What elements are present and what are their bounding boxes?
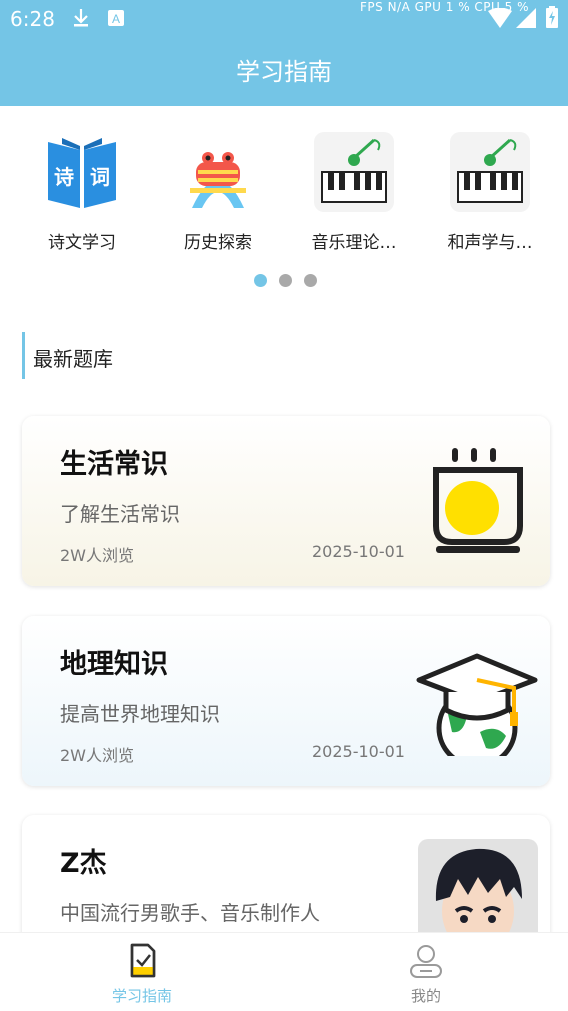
nav-label: 学习指南 [111, 987, 172, 1005]
card-title: 生活常识 [60, 449, 168, 480]
carousel-dot[interactable] [279, 274, 292, 287]
wifi-icon [488, 8, 512, 28]
category-label: 历史探索 [184, 233, 252, 253]
poetry-book-icon: 诗 词 [42, 132, 122, 212]
category-history[interactable]: 历史探索 [153, 132, 283, 253]
status-bar: 6:28 A FPS N/A GPU 1 % CPU 5 % [0, 0, 568, 38]
status-time: 6:28 [10, 7, 55, 31]
category-music-theory[interactable]: 音乐理论… [289, 132, 419, 253]
cup-icon [433, 448, 523, 553]
card-description: 了解生活常识 [60, 502, 180, 526]
page-title: 学习指南 [236, 58, 332, 86]
quiz-card-geography[interactable]: 地理知识 提高世界地理知识 2W人浏览 2025-10-01 [22, 616, 550, 786]
history-monument-icon [178, 132, 258, 212]
keyboard-a-icon: A [108, 10, 124, 26]
svg-text:词: 词 [90, 165, 110, 189]
category-harmony[interactable]: 和声学与… [425, 132, 555, 253]
category-label: 音乐理论… [311, 233, 397, 253]
carousel-dot[interactable] [304, 274, 317, 287]
section-accent-bar [22, 332, 25, 379]
category-grid: 诗 词 诗文学习 历史探索 音乐理论… 和声学与… [0, 120, 568, 260]
download-icon [74, 9, 88, 27]
card-description: 提高世界地理知识 [60, 702, 220, 726]
piano-icon [450, 132, 530, 212]
nav-label: 我的 [410, 987, 441, 1005]
svg-text:A: A [112, 12, 120, 26]
card-date: 2025-10-01 [312, 742, 405, 761]
tab-study-guide[interactable]: 学习指南 [0, 933, 284, 1011]
carousel-dot-active[interactable] [254, 274, 267, 287]
piano-icon [314, 132, 394, 212]
study-guide-icon [130, 943, 156, 978]
card-views: 2W人浏览 [60, 546, 135, 565]
battery-icon [546, 6, 558, 28]
signal-icon [516, 8, 536, 28]
carousel-indicator [0, 274, 568, 288]
section-title: 最新题库 [33, 347, 113, 371]
card-title: Z杰 [60, 848, 107, 879]
card-title: 地理知识 [60, 649, 168, 680]
user-profile-icon [410, 945, 442, 978]
card-date: 2025-10-01 [312, 542, 405, 561]
svg-text:诗: 诗 [54, 165, 74, 189]
category-label: 和声学与… [447, 233, 533, 253]
card-views: 2W人浏览 [60, 746, 135, 765]
app-header: 6:28 A FPS N/A GPU 1 % CPU 5 % 学习指南 [0, 0, 568, 106]
card-description: 中国流行男歌手、音乐制作人 [60, 901, 320, 925]
graduation-globe-icon [416, 653, 538, 756]
category-label: 诗文学习 [48, 233, 116, 253]
tab-profile[interactable]: 我的 [284, 933, 568, 1011]
category-poetry[interactable]: 诗 词 诗文学习 [17, 132, 147, 253]
quiz-card-life[interactable]: 生活常识 了解生活常识 2W人浏览 2025-10-01 [22, 416, 550, 586]
bottom-navigation: 学习指南 我的 [0, 932, 568, 1011]
